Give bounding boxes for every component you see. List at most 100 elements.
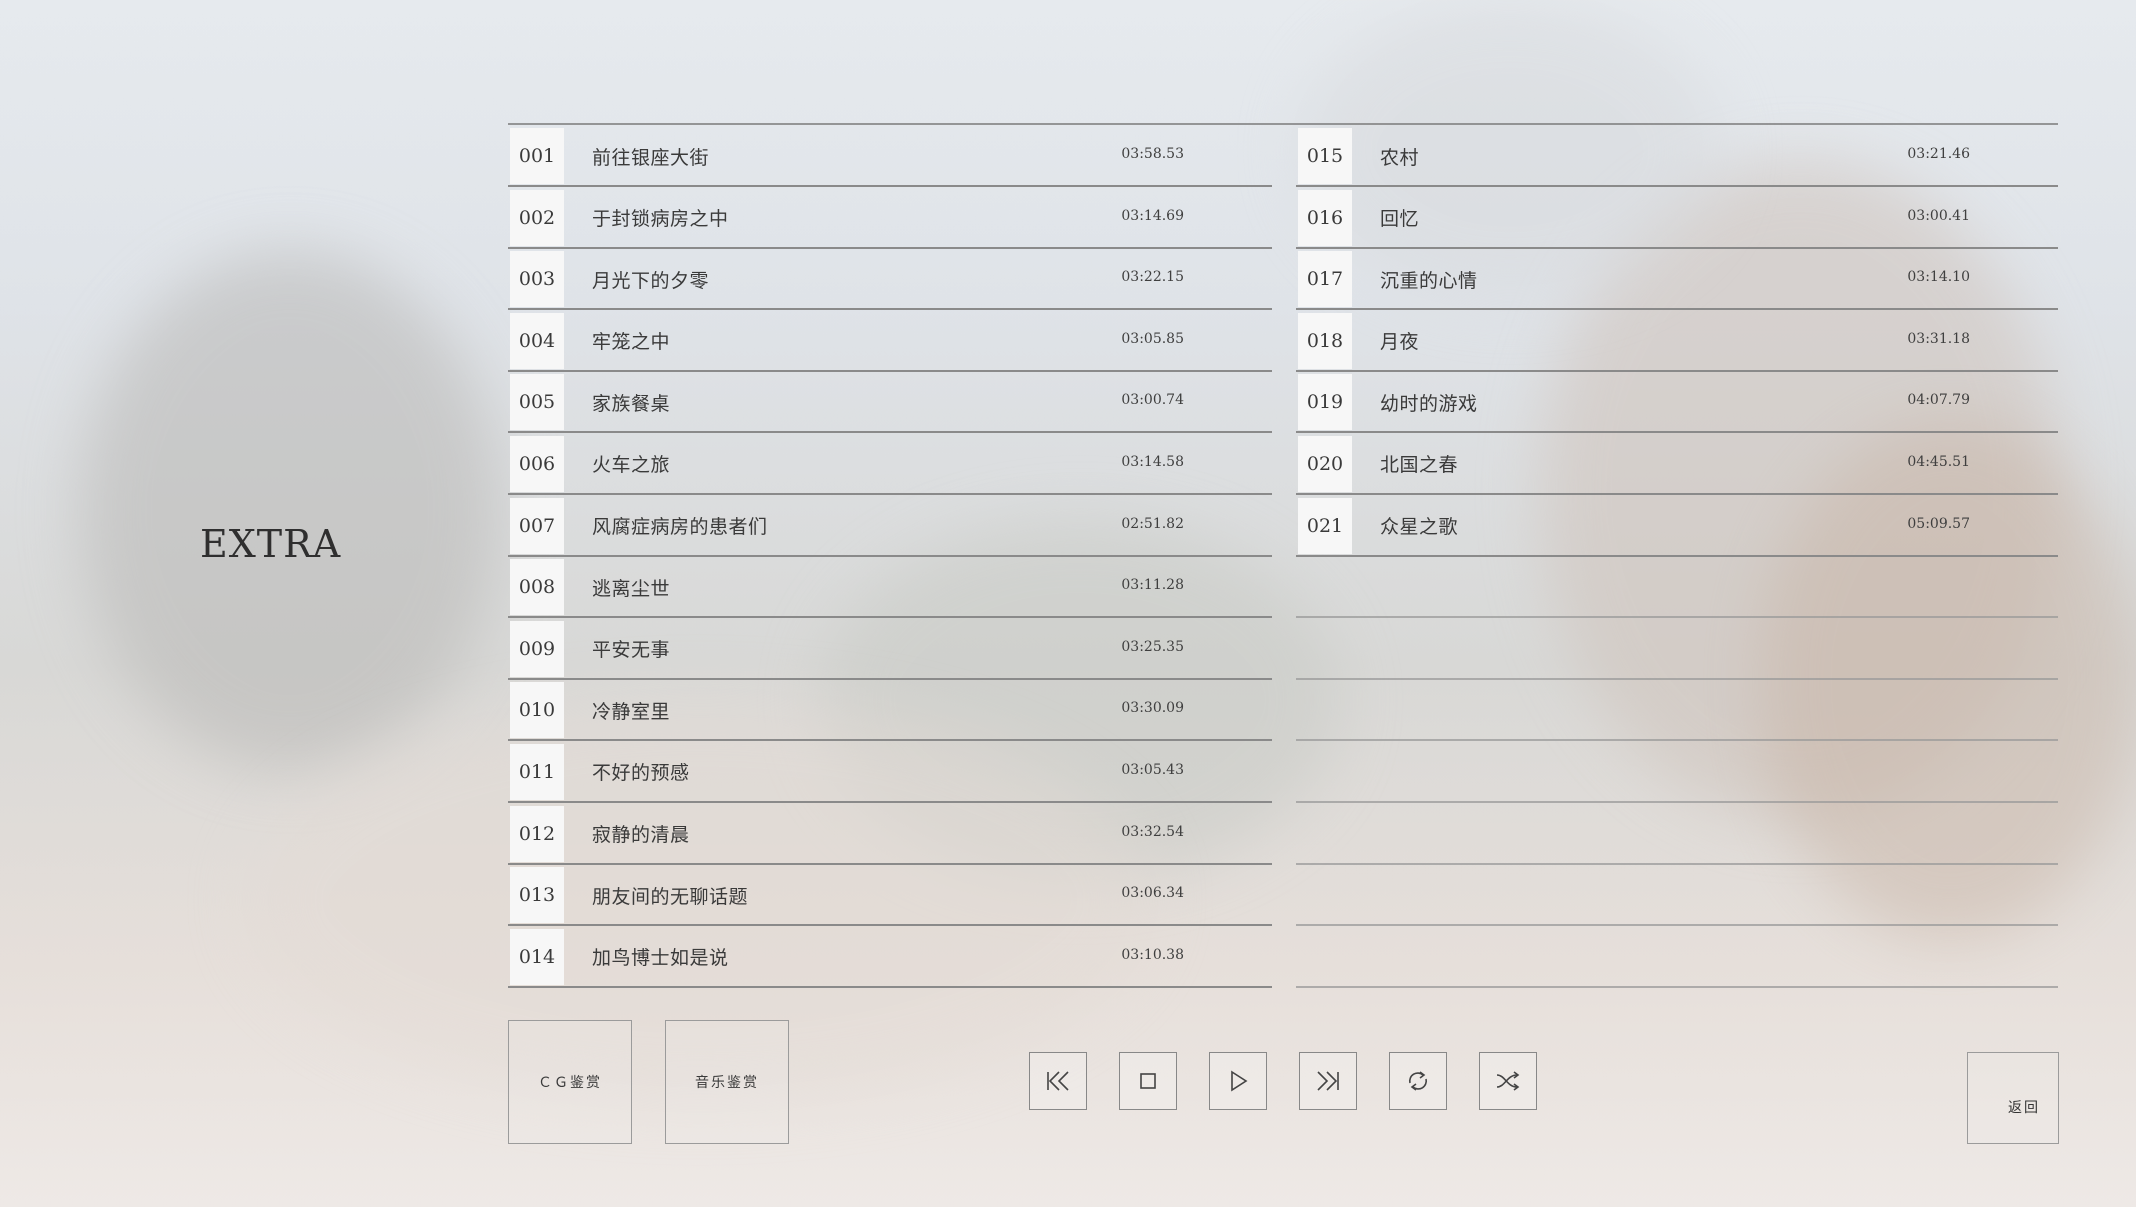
track-row[interactable]: 013 朋友间的无聊话题 03:06.34	[508, 866, 1272, 927]
track-row[interactable]: 018 月夜 03:31.18	[1296, 312, 2058, 372]
track-number: 017	[1298, 251, 1352, 308]
track-row[interactable]: 003 月光下的夕零 03:22.15	[508, 250, 1272, 311]
skip-back-icon	[1047, 1071, 1069, 1091]
track-duration: 03:00.41	[1907, 207, 1970, 224]
track-row[interactable]: 006 火车之旅 03:14.58	[508, 435, 1272, 495]
track-duration: 03:06.34	[1121, 885, 1184, 902]
track-title: 月光下的夕零	[592, 269, 710, 292]
track-list-right: 015 农村 03:21.46 016 回忆 03:00.41 017 沉重的心情 03:1…	[1296, 127, 2058, 989]
repeat-icon	[1408, 1071, 1428, 1091]
track-duration: 03:05.43	[1121, 761, 1184, 778]
track-title: 沉重的心情	[1380, 269, 1478, 292]
stop-button[interactable]	[1119, 1052, 1177, 1110]
play-button[interactable]	[1209, 1052, 1267, 1110]
track-row[interactable]: 012 寂静的清晨 03:32.54	[508, 805, 1272, 865]
track-row[interactable]: 002 于封锁病房之中 03:14.69	[508, 189, 1272, 249]
back-button[interactable]: 返回	[1967, 1052, 2059, 1144]
track-duration: 02:51.82	[1121, 515, 1184, 532]
track-title: 加鸟博士如是说	[592, 947, 729, 970]
track-row[interactable]: 005 家族餐桌 03:00.74	[508, 373, 1272, 434]
track-number: 021	[1298, 497, 1352, 554]
track-duration: 05:09.57	[1907, 515, 1970, 532]
background-blur	[80, 250, 500, 770]
track-title: 火车之旅	[592, 454, 671, 477]
track-row[interactable]: 011 不好的预感 03:05.43	[508, 743, 1272, 803]
track-row[interactable]: 009 平安无事 03:25.35	[508, 620, 1272, 680]
empty-track-row	[1296, 681, 2058, 742]
track-duration: 03:58.53	[1121, 146, 1184, 162]
track-row[interactable]: 014 加鸟博士如是说 03:10.38	[508, 928, 1272, 988]
track-duration: 03:22.15	[1121, 269, 1184, 286]
track-title: 朋友间的无聊话题	[592, 885, 749, 908]
back-button-label: 返回	[2008, 1100, 2040, 1116]
skip-forward-button[interactable]	[1299, 1052, 1357, 1110]
track-number: 019	[1298, 374, 1352, 431]
track-duration: 03:25.35	[1121, 638, 1184, 655]
track-row[interactable]: 010 冷静室里 03:30.09	[508, 681, 1272, 742]
track-number: 009	[510, 620, 564, 677]
track-number: 016	[1298, 189, 1352, 246]
track-title: 冷静室里	[592, 700, 671, 723]
track-number: 013	[510, 867, 564, 924]
track-row[interactable]: 017 沉重的心情 03:14.10	[1296, 250, 2058, 311]
track-number: 020	[1298, 435, 1352, 492]
track-duration: 03:14.10	[1907, 269, 1970, 286]
track-duration: 03:21.46	[1907, 146, 1970, 162]
track-duration: 03:14.69	[1121, 207, 1184, 224]
play-icon	[1231, 1070, 1248, 1092]
page-title: EXTRA	[200, 522, 342, 566]
track-number: 006	[510, 435, 564, 492]
track-title: 不好的预感	[592, 762, 690, 785]
skip-forward-icon	[1317, 1071, 1339, 1091]
track-duration: 03:14.58	[1121, 453, 1184, 470]
repeat-button[interactable]	[1389, 1052, 1447, 1110]
track-row[interactable]: 004 牢笼之中 03:05.85	[508, 312, 1272, 372]
track-duration: 03:00.74	[1121, 392, 1184, 409]
track-row[interactable]: 015 农村 03:21.46	[1296, 127, 2058, 187]
track-title: 北国之春	[1380, 454, 1459, 477]
track-number: 004	[510, 312, 564, 369]
track-row[interactable]: 021 众星之歌 05:09.57	[1296, 497, 2058, 557]
track-duration: 03:10.38	[1121, 946, 1184, 963]
track-number: 014	[510, 928, 564, 985]
track-duration: 03:30.09	[1121, 700, 1184, 717]
track-title: 农村	[1380, 146, 1420, 169]
shuffle-icon	[1496, 1071, 1520, 1091]
track-list-top-rule	[508, 123, 2058, 125]
track-title: 牢笼之中	[592, 331, 671, 354]
track-duration: 03:11.28	[1121, 577, 1184, 594]
cg-gallery-button[interactable]: ＣＧ鉴赏	[508, 1020, 632, 1144]
track-row[interactable]: 001 前往银座大街 03:58.53	[508, 127, 1272, 187]
track-title: 于封锁病房之中	[592, 208, 729, 231]
shuffle-button[interactable]	[1479, 1052, 1537, 1110]
track-duration: 03:32.54	[1121, 823, 1184, 840]
track-number: 015	[1298, 128, 1352, 184]
empty-track-row	[1296, 866, 2058, 927]
track-row[interactable]: 008 逃离尘世 03:11.28	[508, 558, 1272, 619]
track-number: 010	[510, 682, 564, 739]
track-title: 平安无事	[592, 639, 671, 662]
track-duration: 04:07.79	[1907, 392, 1970, 409]
track-row[interactable]: 007 风腐症病房的患者们 02:51.82	[508, 497, 1272, 557]
track-row[interactable]: 016 回忆 03:00.41	[1296, 189, 2058, 249]
track-row[interactable]: 020 北国之春 04:45.51	[1296, 435, 2058, 495]
track-title: 寂静的清晨	[592, 824, 690, 847]
track-title: 幼时的游戏	[1380, 392, 1478, 415]
track-duration: 03:31.18	[1907, 330, 1970, 347]
track-number: 012	[510, 805, 564, 862]
track-title: 前往银座大街	[592, 146, 710, 169]
track-title: 回忆	[1380, 208, 1420, 231]
track-list-left: 001 前往银座大街 03:58.53 002 于封锁病房之中 03:14.69 003…	[508, 127, 1272, 989]
music-gallery-button[interactable]: 音乐鉴赏	[665, 1020, 789, 1144]
track-number: 007	[510, 497, 564, 554]
empty-track-row	[1296, 928, 2058, 988]
track-number: 001	[510, 128, 564, 184]
track-number: 005	[510, 374, 564, 431]
track-title: 逃离尘世	[592, 577, 671, 600]
empty-track-row	[1296, 558, 2058, 619]
empty-track-row	[1296, 805, 2058, 865]
skip-back-button[interactable]	[1029, 1052, 1087, 1110]
track-duration: 03:05.85	[1121, 330, 1184, 347]
track-row[interactable]: 019 幼时的游戏 04:07.79	[1296, 373, 2058, 434]
track-title: 月夜	[1380, 331, 1420, 354]
